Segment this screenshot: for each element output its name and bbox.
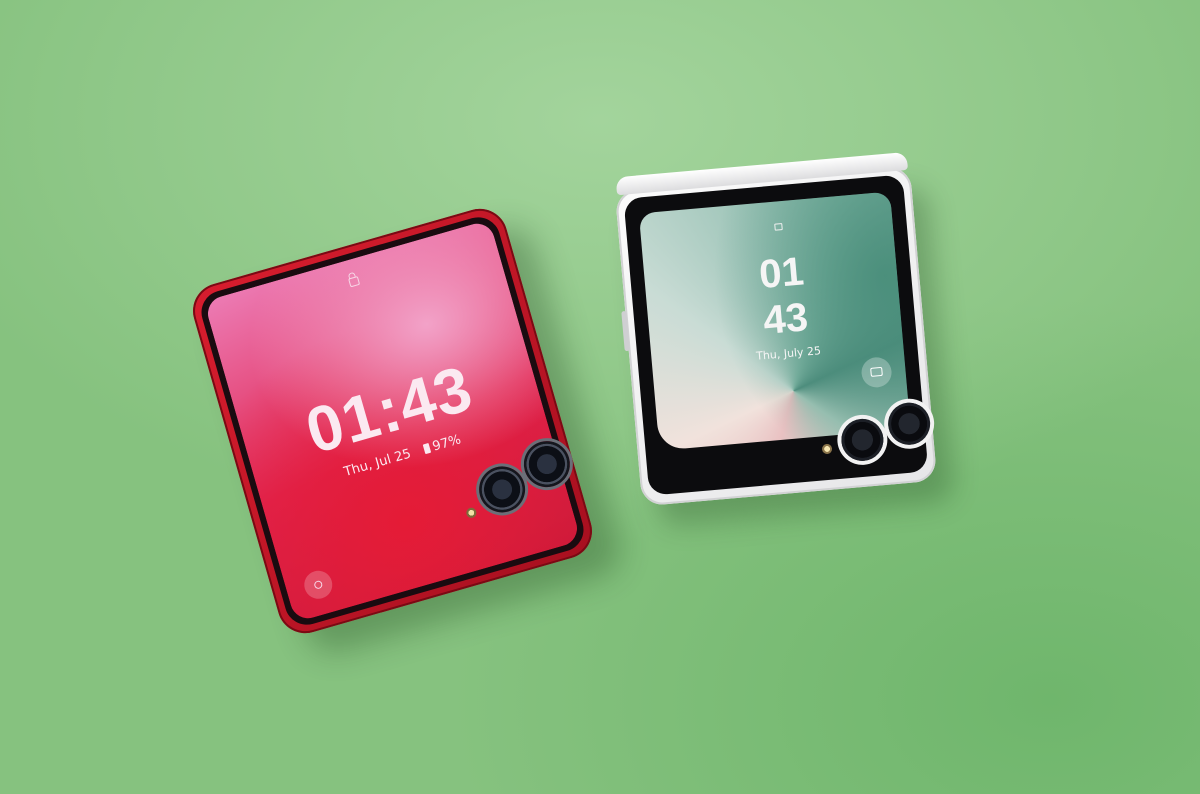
- cover-screen[interactable]: 01 43 Thu, July 25: [638, 191, 911, 451]
- battery-percentage: 97%: [430, 432, 463, 455]
- lock-icon: [774, 223, 783, 231]
- cover-panel: 01 43 Thu, July 25: [623, 174, 932, 496]
- lock-icon: [347, 276, 360, 288]
- lock-screen-minute: 43: [761, 295, 810, 343]
- shortcut-icon[interactable]: [300, 567, 336, 603]
- green-surface-background: 01:43 Thu, Jul 2597% 01 43 Thu, July 25: [0, 0, 1200, 794]
- cover-screen[interactable]: 01:43 Thu, Jul 2597%: [203, 219, 582, 623]
- phone-bezel: 01:43 Thu, Jul 2597%: [196, 212, 589, 630]
- red-flip-phone: 01:43 Thu, Jul 2597%: [186, 202, 599, 640]
- lock-screen-hour: 01: [757, 249, 806, 298]
- battery-icon: [422, 442, 432, 455]
- camera-flash: [821, 443, 833, 455]
- silver-flip-phone: 01 43 Thu, July 25: [614, 151, 938, 507]
- side-button: [621, 310, 630, 352]
